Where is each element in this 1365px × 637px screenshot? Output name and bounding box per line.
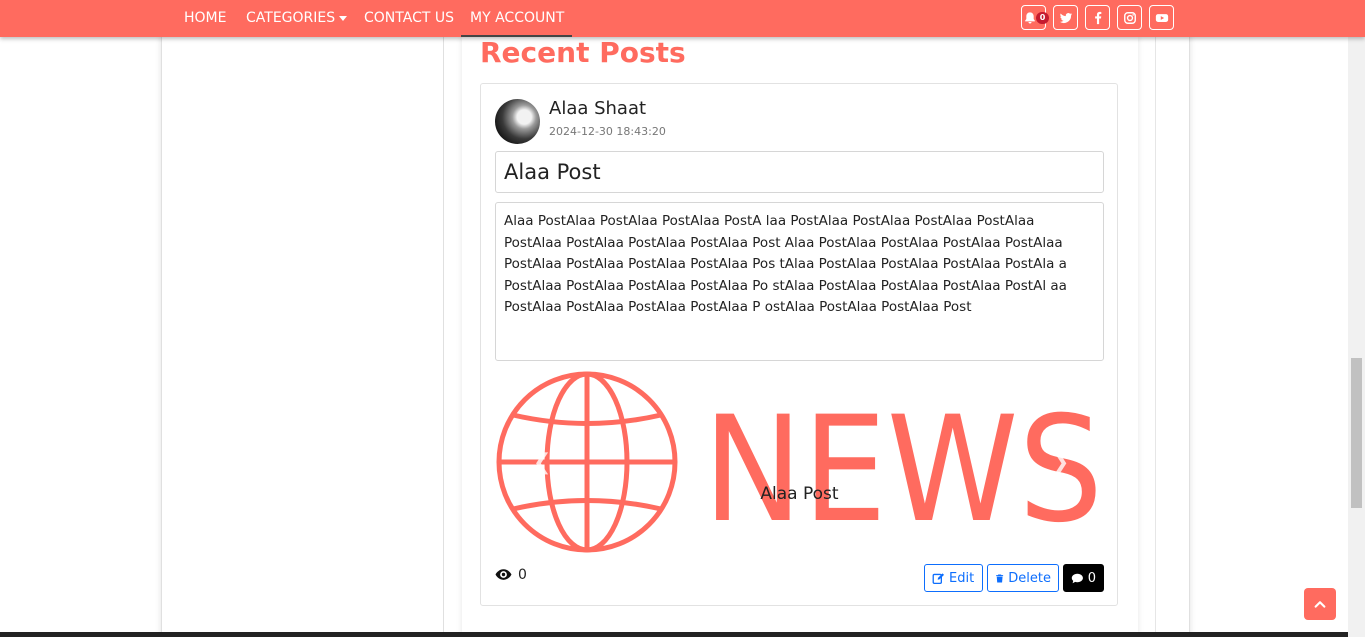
comments-button[interactable]: 0 — [1063, 564, 1104, 592]
instagram-button[interactable] — [1117, 5, 1142, 30]
page-scrollbar[interactable] — [1348, 0, 1365, 637]
news-logo-text: NEWS — [703, 385, 1103, 555]
post-image-carousel: NEWS ❮ ❯ Alaa Post — [495, 370, 1104, 556]
facebook-icon — [1094, 11, 1101, 24]
twitter-button[interactable] — [1053, 5, 1078, 30]
news-logo-image: NEWS — [496, 371, 1103, 555]
edit-label: Edit — [949, 570, 975, 586]
comment-icon — [1071, 573, 1083, 583]
sidebar-divider — [443, 0, 444, 637]
trash-icon — [996, 573, 1004, 583]
right-divider — [1155, 0, 1156, 637]
notification-count-badge: 0 — [1036, 12, 1049, 24]
author-name[interactable]: Alaa Shaat — [549, 98, 646, 119]
post-body: Alaa PostAlaa PostAlaa PostAlaa PostA la… — [495, 202, 1104, 361]
facebook-button[interactable] — [1085, 5, 1110, 30]
edit-icon — [932, 572, 945, 584]
author-avatar[interactable] — [495, 99, 540, 144]
twitter-icon — [1059, 12, 1072, 23]
delete-label: Delete — [1008, 570, 1051, 586]
top-navbar: HOME CATEGORIES CONTACT US MY ACCOUNT 0 — [0, 0, 1365, 37]
scroll-to-top-button[interactable] — [1304, 588, 1336, 620]
notifications-button[interactable]: 0 — [1021, 5, 1049, 30]
carousel-next-icon[interactable]: ❯ — [1051, 450, 1069, 475]
instagram-icon — [1123, 11, 1136, 24]
nav-contact-link[interactable]: CONTACT US — [364, 10, 454, 26]
nav-categories-dropdown[interactable]: CATEGORIES — [246, 10, 348, 26]
carousel-caption: Alaa Post — [760, 484, 839, 504]
section-title: Recent Posts — [480, 36, 686, 69]
bell-icon — [1024, 11, 1035, 24]
active-nav-indicator — [461, 35, 572, 37]
view-count-value: 0 — [518, 566, 527, 583]
edit-post-button[interactable]: Edit — [924, 564, 983, 592]
delete-post-button[interactable]: Delete — [987, 564, 1059, 592]
carousel-prev-icon[interactable]: ❮ — [533, 450, 551, 475]
eye-icon — [495, 569, 512, 580]
view-count: 0 — [495, 566, 527, 583]
chevron-up-icon — [1314, 601, 1326, 608]
nav-home-link[interactable]: HOME — [184, 10, 226, 26]
youtube-icon — [1155, 13, 1168, 22]
youtube-button[interactable] — [1149, 5, 1174, 30]
post-title: Alaa Post — [495, 151, 1104, 193]
bottom-edge — [0, 632, 1348, 637]
nav-categories-label: CATEGORIES — [246, 10, 336, 26]
caret-down-icon — [339, 15, 348, 21]
comment-count: 0 — [1087, 570, 1096, 586]
post-date: 2024-12-30 18:43:20 — [549, 125, 666, 138]
nav-my-account-link[interactable]: MY ACCOUNT — [470, 10, 564, 26]
scrollbar-thumb[interactable] — [1351, 358, 1362, 508]
